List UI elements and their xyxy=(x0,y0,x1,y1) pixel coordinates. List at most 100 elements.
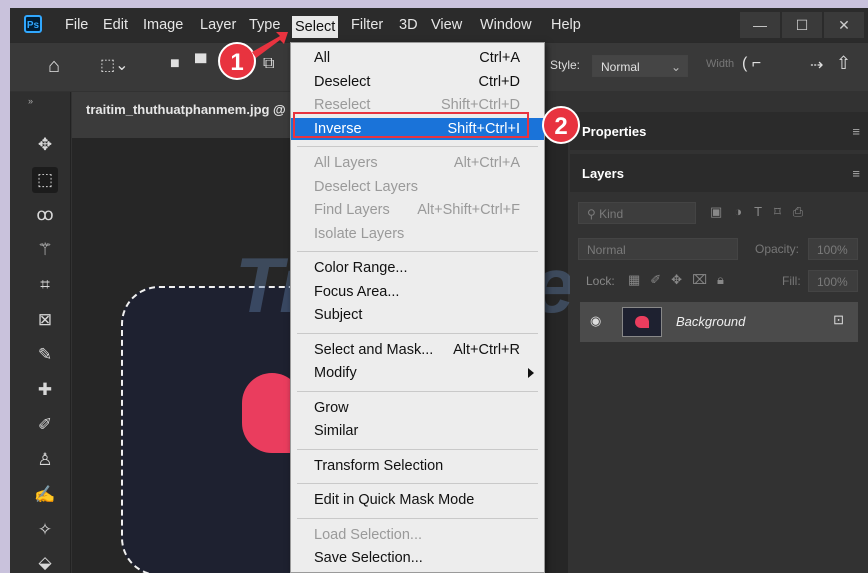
crop-tool-icon[interactable]: ⌗ xyxy=(32,272,58,298)
menu-item-isolate-layers[interactable]: Isolate Layers xyxy=(291,223,544,245)
menu-separator xyxy=(297,332,538,334)
menu-item-subject[interactable]: Subject xyxy=(291,304,544,326)
photoshop-logo: Ps xyxy=(24,15,42,33)
frame-tool-icon[interactable]: ⊠ xyxy=(32,307,58,333)
add-selection-icon[interactable]: ▀ xyxy=(195,55,206,73)
menu-item-label: Color Range... xyxy=(314,260,408,276)
stamp-tool-icon[interactable]: ♙ xyxy=(32,447,58,473)
menu-item-label: Subject xyxy=(314,307,363,323)
close-button[interactable]: ✕ xyxy=(824,12,864,38)
marquee-tool-icon[interactable]: ⬚ xyxy=(32,167,58,193)
annotation-arrow xyxy=(252,32,288,58)
search-icon: ⚲ xyxy=(587,207,600,221)
eyedropper-icon[interactable]: ✎ xyxy=(32,342,58,368)
history-brush-icon[interactable]: ✍ xyxy=(32,482,58,508)
menu-select[interactable]: Select xyxy=(292,16,339,38)
menu-item-focus-area[interactable]: Focus Area... xyxy=(291,281,544,303)
document-tab[interactable]: traitim_thuthuatphanmem.jpg @ xyxy=(72,92,302,138)
tools-panel: » ✥ ⬚ ꝏ ⚚ ⌗ ⊠ ✎ ✚ ✐ ♙ ✍ ✧ ⬙ xyxy=(10,92,71,573)
swap-icon[interactable]: ⇢ xyxy=(810,55,823,75)
maximize-button[interactable]: ☐ xyxy=(782,12,822,38)
menu-item-shortcut: Ctrl+D xyxy=(478,73,521,90)
eraser-tool-icon[interactable]: ✧ xyxy=(32,517,58,543)
menu-item-color-range[interactable]: Color Range... xyxy=(291,257,544,279)
menu-separator xyxy=(297,448,538,450)
share-icon[interactable]: ⇧ xyxy=(836,53,851,74)
menu-item-grow[interactable]: Grow xyxy=(291,397,544,419)
menu-window[interactable]: Window xyxy=(477,8,535,42)
minimize-button[interactable]: — xyxy=(740,12,780,38)
style-label: Style: xyxy=(550,58,581,72)
menu-item-select-and-mask[interactable]: Select and Mask... Alt+Ctrl+R xyxy=(291,339,544,361)
layer-row-background[interactable]: ◉ Background ⊡ xyxy=(580,302,858,342)
move-tool-icon[interactable]: ✥ xyxy=(32,132,58,158)
menu-filter[interactable]: Filter xyxy=(348,8,386,42)
menu-item-shortcut: Alt+Ctrl+A xyxy=(453,155,520,171)
menu-item-label: Focus Area... xyxy=(314,283,400,300)
menu-item-find-layers[interactable]: Find Layers Alt+Shift+Ctrl+F xyxy=(291,199,544,221)
tab-layers[interactable]: Layers xyxy=(582,166,624,181)
menu-item-label: Isolate Layers xyxy=(314,225,405,242)
menu-layer[interactable]: Layer xyxy=(197,8,239,42)
menu-item-save-selection[interactable]: Save Selection... xyxy=(291,547,544,569)
lock-icons[interactable]: ▦✐✥⌧🔒︎ xyxy=(628,272,734,288)
style-value: Normal xyxy=(601,60,640,74)
menu-item-all[interactable]: All Ctrl+A xyxy=(291,47,544,69)
menu-view[interactable]: View xyxy=(428,8,465,42)
menu-item-all-layers[interactable]: All Layers Alt+Ctrl+A xyxy=(291,152,544,174)
menu-item-label: Select and Mask... xyxy=(314,341,434,358)
menu-help[interactable]: Help xyxy=(548,8,584,42)
menu-edit[interactable]: Edit xyxy=(100,8,131,42)
eye-icon[interactable]: ◉ xyxy=(590,313,601,329)
width-label: Width xyxy=(706,58,735,70)
healing-brush-icon[interactable]: ✚ xyxy=(32,377,58,403)
fill-field[interactable]: 100% xyxy=(808,270,858,292)
menu-separator xyxy=(297,483,538,484)
lasso-tool-icon[interactable]: ꝏ xyxy=(32,202,58,228)
paint-bucket-icon[interactable]: ⬙ xyxy=(32,550,58,573)
inverse-highlight-box xyxy=(293,112,529,138)
menu-item-label: Deselect xyxy=(314,73,371,90)
layers-header: Layers ≡ xyxy=(570,154,868,192)
collapse-icon[interactable]: » xyxy=(28,96,33,106)
marquee-preset-icon[interactable]: ⬚⌄ xyxy=(100,55,129,75)
menu-item-deselect[interactable]: Deselect Ctrl+D xyxy=(291,71,544,93)
new-selection-icon[interactable]: ■ xyxy=(170,55,180,73)
menu-item-transform-selection[interactable]: Transform Selection xyxy=(291,455,544,477)
menu-item-deselect-layers[interactable]: Deselect Layers xyxy=(291,176,544,198)
submenu-arrow-icon xyxy=(528,368,534,378)
menu-item-edit-in-quick-mask-mode[interactable]: Edit in Quick Mask Mode xyxy=(291,489,544,511)
menu-item-shortcut: Alt+Ctrl+R xyxy=(453,341,520,358)
filter-icons[interactable]: ▣◑T⌑⎙ xyxy=(710,204,815,220)
panel-menu-icon[interactable]: ≡ xyxy=(852,124,860,139)
menu-separator xyxy=(297,390,538,392)
style-select[interactable]: Normal ⌄ xyxy=(592,55,688,77)
opacity-label: Opacity: xyxy=(755,242,800,256)
home-icon[interactable]: ⌂ xyxy=(48,55,60,78)
menu-separator xyxy=(297,251,538,252)
layers-menu-icon[interactable]: ≡ xyxy=(852,166,860,181)
menu-separator xyxy=(297,517,538,519)
magic-wand-icon[interactable]: ⚚ xyxy=(32,237,58,263)
opacity-field[interactable]: 100% xyxy=(808,238,858,260)
menu-image[interactable]: Image xyxy=(140,8,186,42)
width-field-icon[interactable]: ( ⌐ xyxy=(742,55,761,73)
menu-item-label: All Layers xyxy=(314,155,378,171)
filter-kind-select[interactable]: ⚲ Kind xyxy=(578,202,696,224)
menu-item-label: Edit in Quick Mask Mode xyxy=(314,492,475,508)
menu-item-similar[interactable]: Similar xyxy=(291,420,544,442)
menu-item-label: Find Layers xyxy=(314,202,390,218)
menu-separator xyxy=(297,146,538,147)
menu-bar: Ps File Edit Image Layer Type Select Fil… xyxy=(10,8,868,42)
brush-tool-icon[interactable]: ✐ xyxy=(32,412,58,438)
menu-item-load-selection[interactable]: Load Selection... xyxy=(291,524,544,546)
menu-item-label: Similar xyxy=(314,423,359,439)
menu-item-modify[interactable]: Modify xyxy=(291,362,544,384)
menu-item-shortcut: Alt+Shift+Ctrl+F xyxy=(417,202,520,218)
menu-item-label: All xyxy=(314,50,331,66)
fill-label: Fill: xyxy=(782,274,801,288)
blend-mode-select[interactable]: Normal xyxy=(578,238,738,260)
tab-properties[interactable]: Properties xyxy=(582,124,646,139)
menu-file[interactable]: File xyxy=(62,8,91,42)
menu-3d[interactable]: 3D xyxy=(396,8,421,42)
